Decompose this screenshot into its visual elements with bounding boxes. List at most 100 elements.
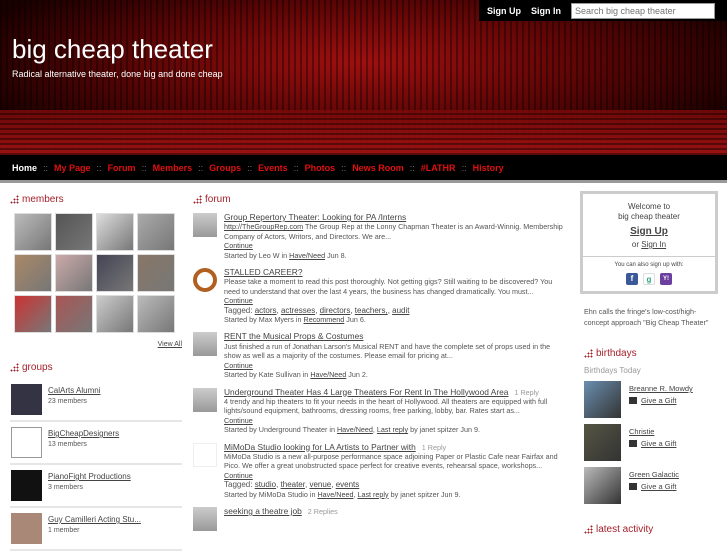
- member-avatar[interactable]: [55, 254, 93, 292]
- tag-link[interactable]: audit: [392, 306, 409, 315]
- started-by-text: Started by Max Myers in: [224, 315, 304, 325]
- left-column: members View All groups CalArts Alumni 23…: [10, 194, 182, 551]
- category-link[interactable]: Have/Need: [289, 251, 325, 260]
- member-avatar[interactable]: [137, 295, 175, 333]
- nav-item-forum[interactable]: Forum: [108, 163, 136, 173]
- gift-icon: [629, 397, 637, 404]
- member-avatar[interactable]: [96, 295, 134, 333]
- sign-up-link[interactable]: Sign Up: [487, 6, 521, 16]
- continue-link[interactable]: Continue: [224, 471, 568, 480]
- gift-icon: [629, 440, 637, 447]
- birthday-avatar[interactable]: [584, 424, 621, 461]
- welcome-sign-up-link[interactable]: Sign Up: [587, 227, 711, 237]
- facebook-icon[interactable]: f: [626, 273, 638, 285]
- member-avatar[interactable]: [14, 213, 52, 251]
- birthday-name-link[interactable]: Breanne R. Mowdy: [629, 384, 693, 393]
- tag-link[interactable]: directors: [320, 306, 351, 315]
- post-reply-count[interactable]: 2 Replies: [308, 507, 338, 516]
- member-avatar[interactable]: [137, 213, 175, 251]
- post-title-link[interactable]: STALLED CAREER?: [224, 267, 303, 277]
- birthdays-heading: birthdays: [584, 348, 718, 359]
- tag-link[interactable]: venue: [309, 480, 331, 489]
- birthday-name-link[interactable]: Christie: [629, 427, 676, 436]
- tag-link[interactable]: teachers,: [355, 306, 388, 315]
- site-title[interactable]: big cheap theater: [12, 34, 213, 65]
- tag-link[interactable]: studio: [255, 480, 276, 489]
- group-thumbnail[interactable]: [11, 513, 42, 544]
- give-gift-link[interactable]: Give a Gift: [641, 482, 676, 491]
- member-avatar[interactable]: [14, 254, 52, 292]
- post-body: Group Repertory Theater: Looking for PA …: [224, 212, 568, 260]
- nav-item-groups[interactable]: Groups: [209, 163, 241, 173]
- group-name[interactable]: PianoFight Productions: [48, 472, 131, 481]
- nav-item-members[interactable]: Members: [153, 163, 193, 173]
- nav-item-lathr[interactable]: #LATHR: [421, 163, 456, 173]
- nav-item-my-page[interactable]: My Page: [54, 163, 91, 173]
- member-avatar[interactable]: [96, 213, 134, 251]
- give-gift-link[interactable]: Give a Gift: [641, 439, 676, 448]
- last-reply-link[interactable]: Last reply: [377, 425, 408, 434]
- tag-link[interactable]: actors: [255, 306, 277, 315]
- nav-item-news-room[interactable]: News Room: [352, 163, 404, 173]
- member-avatar[interactable]: [55, 295, 93, 333]
- tag-link[interactable]: events: [336, 480, 360, 489]
- birthday-avatar[interactable]: [584, 381, 621, 418]
- post-author-avatar[interactable]: [193, 332, 217, 357]
- tag-link[interactable]: actresses: [281, 306, 315, 315]
- section-icon: [193, 195, 202, 204]
- nav-item-photos[interactable]: Photos: [305, 163, 336, 173]
- member-avatar[interactable]: [55, 213, 93, 251]
- category-link[interactable]: Recommend: [304, 315, 345, 324]
- category-link[interactable]: Have/Need: [317, 490, 353, 499]
- post-author-avatar[interactable]: [193, 213, 217, 237]
- nav-item-home[interactable]: Home: [12, 163, 37, 173]
- continue-link[interactable]: Continue: [224, 416, 568, 425]
- group-member-count: 1 member: [48, 527, 80, 534]
- member-avatar[interactable]: [14, 295, 52, 333]
- category-link[interactable]: Have/Need: [337, 425, 373, 434]
- group-name[interactable]: Guy Camilleri Acting Stu...: [48, 515, 141, 524]
- member-avatar[interactable]: [137, 254, 175, 292]
- post-reply-count[interactable]: 1 Reply: [514, 388, 538, 397]
- group-thumbnail[interactable]: [11, 470, 42, 501]
- group-name[interactable]: BigCheapDesigners: [48, 429, 119, 438]
- post-title-link[interactable]: RENT the Musical Props & Costumes: [224, 331, 363, 341]
- welcome-sign-in-link[interactable]: Sign In: [641, 240, 666, 249]
- tagged-label: Tagged:: [224, 305, 255, 315]
- give-gift-link[interactable]: Give a Gift: [641, 396, 676, 405]
- birthday-avatar[interactable]: [584, 467, 621, 504]
- group-thumbnail[interactable]: [11, 384, 42, 415]
- post-title-link[interactable]: MiMoDa Studio looking for LA Artists to …: [224, 442, 416, 452]
- group-member-count: 13 members: [48, 441, 87, 448]
- yahoo-icon[interactable]: Y!: [660, 273, 672, 285]
- post-reply-count[interactable]: 1 Reply: [422, 443, 446, 452]
- search-input[interactable]: [571, 2, 715, 19]
- nav-item-history[interactable]: History: [473, 163, 504, 173]
- birthday-name-link[interactable]: Green Galactic: [629, 470, 679, 479]
- forum-post: Underground Theater Has 4 Large Theaters…: [193, 387, 568, 435]
- continue-link[interactable]: Continue: [224, 361, 568, 370]
- post-title-link[interactable]: seeking a theatre job: [224, 506, 302, 516]
- category-link[interactable]: Have/Need: [310, 370, 346, 379]
- continue-link[interactable]: Continue: [224, 241, 568, 250]
- post-excerpt: Just finished a run of Jonathan Larson's…: [224, 342, 568, 361]
- post-external-link[interactable]: http://TheGroupRep.com: [224, 222, 303, 231]
- tag-link[interactable]: theater: [281, 480, 305, 489]
- view-all-members-link[interactable]: View All: [10, 341, 182, 348]
- post-author-avatar[interactable]: [193, 442, 217, 467]
- birthday-info: Christie Give a Gift: [629, 427, 676, 461]
- sign-in-link[interactable]: Sign In: [531, 6, 561, 16]
- group-thumbnail[interactable]: [11, 427, 42, 458]
- birthday-info: Green Galactic Give a Gift: [629, 470, 679, 504]
- member-avatar[interactable]: [96, 254, 134, 292]
- post-title-link[interactable]: Group Repertory Theater: Looking for PA …: [224, 212, 406, 222]
- google-icon[interactable]: g: [643, 273, 655, 285]
- post-author-avatar[interactable]: [193, 268, 217, 293]
- post-title-link[interactable]: Underground Theater Has 4 Large Theaters…: [224, 387, 508, 397]
- post-author-avatar[interactable]: [193, 387, 217, 412]
- group-name[interactable]: CalArts Alumni: [48, 386, 100, 395]
- continue-link[interactable]: Continue: [224, 296, 568, 305]
- last-reply-link[interactable]: Last reply: [357, 490, 388, 499]
- post-author-avatar[interactable]: [193, 506, 217, 531]
- nav-item-events[interactable]: Events: [258, 163, 288, 173]
